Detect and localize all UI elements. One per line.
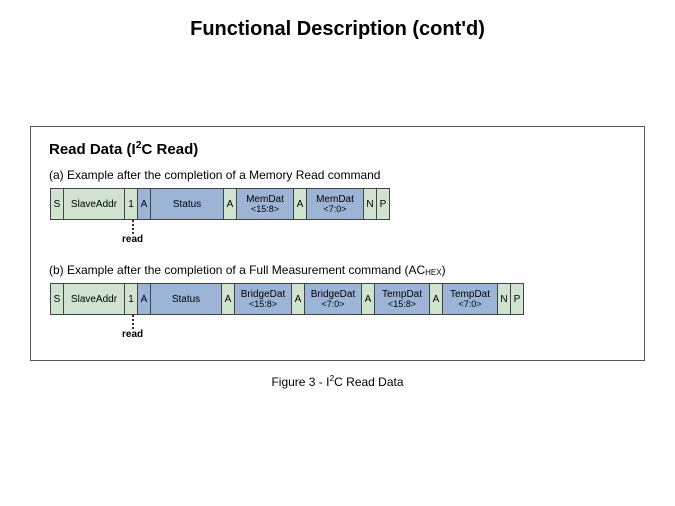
byte-cell: A (221, 283, 235, 315)
byte-cell: S (50, 188, 64, 220)
byte-cell: N (497, 283, 511, 315)
byte-cell-label: S (54, 199, 61, 210)
byte-cell: N (363, 188, 377, 220)
byte-cell-label: A (225, 294, 232, 305)
byte-cell-label: A (433, 294, 440, 305)
byte-cell: A (291, 283, 305, 315)
byte-cell: A (429, 283, 443, 315)
byte-cell: MemDat<15:8> (236, 188, 294, 220)
byte-cell-label: Status (173, 199, 201, 210)
example-a-row: SSlaveAddr1AStatusAMemDat<15:8>AMemDat<7… (51, 188, 626, 220)
byte-cell: BridgeDat<7:0> (304, 283, 362, 315)
byte-cell: P (510, 283, 524, 315)
byte-cell-label: P (514, 294, 521, 305)
example-b-label: (b) Example after the completion of a Fu… (49, 263, 626, 277)
byte-cell: BridgeDat<15:8> (234, 283, 292, 315)
byte-cell: S (50, 283, 64, 315)
byte-cell: Status (150, 188, 224, 220)
byte-cell-label: BridgeDat (311, 289, 355, 300)
byte-cell: TempDat<15:8> (374, 283, 430, 315)
byte-cell: SlaveAddr (63, 283, 125, 315)
byte-cell-label: A (141, 294, 148, 305)
example-b-row: SSlaveAddr1AStatusABridgeDat<15:8>ABridg… (51, 283, 626, 315)
read-marker-label: read (122, 329, 143, 340)
byte-cell-label: 1 (128, 294, 134, 305)
byte-cell-bits: <15:8> (249, 300, 277, 310)
read-marker-line (132, 220, 134, 234)
byte-cell: A (223, 188, 237, 220)
figure-caption: Figure 3 - I2C Read Data (0, 373, 675, 389)
example-a-label: (a) Example after the completion of a Me… (49, 168, 626, 182)
byte-cell: Status (150, 283, 222, 315)
byte-cell: P (376, 188, 390, 220)
byte-cell: A (293, 188, 307, 220)
byte-cell: A (137, 188, 151, 220)
byte-cell-label: MemDat (246, 194, 284, 205)
byte-cell-label: 1 (128, 199, 134, 210)
byte-cell-bits: <15:8> (251, 205, 279, 215)
byte-cell-label: N (366, 199, 373, 210)
byte-cell-label: Status (172, 294, 200, 305)
byte-cell-label: SlaveAddr (71, 199, 117, 210)
byte-cell-label: SlaveAddr (71, 294, 117, 305)
byte-cell-label: N (500, 294, 507, 305)
byte-cell-bits: <7:0> (458, 300, 481, 310)
read-marker-line (132, 315, 134, 329)
byte-cell: A (361, 283, 375, 315)
byte-cell: MemDat<7:0> (306, 188, 364, 220)
read-marker-label: read (122, 234, 143, 245)
byte-cell: 1 (124, 283, 138, 315)
byte-cell: SlaveAddr (63, 188, 125, 220)
byte-cell-label: A (295, 294, 302, 305)
byte-cell-label: A (365, 294, 372, 305)
read-marker: read (132, 315, 162, 340)
byte-cell: 1 (124, 188, 138, 220)
byte-cell-bits: <7:0> (321, 300, 344, 310)
byte-cell-label: TempDat (382, 289, 422, 300)
read-marker: read (132, 220, 162, 245)
byte-cell-label: S (54, 294, 61, 305)
byte-cell-label: MemDat (316, 194, 354, 205)
byte-cell: TempDat<7:0> (442, 283, 498, 315)
box-heading: Read Data (I2C Read) (49, 139, 626, 158)
byte-cell-label: A (227, 199, 234, 210)
byte-cell-bits: <15:8> (388, 300, 416, 310)
byte-cell: A (137, 283, 151, 315)
byte-cell-label: TempDat (450, 289, 490, 300)
byte-cell-label: BridgeDat (241, 289, 285, 300)
byte-cell-label: P (380, 199, 387, 210)
byte-cell-label: A (297, 199, 304, 210)
byte-cell-bits: <7:0> (323, 205, 346, 215)
page-title: Functional Description (cont'd) (0, 0, 675, 41)
byte-cell-label: A (141, 199, 148, 210)
diagram-box: Read Data (I2C Read) (a) Example after t… (30, 126, 645, 361)
